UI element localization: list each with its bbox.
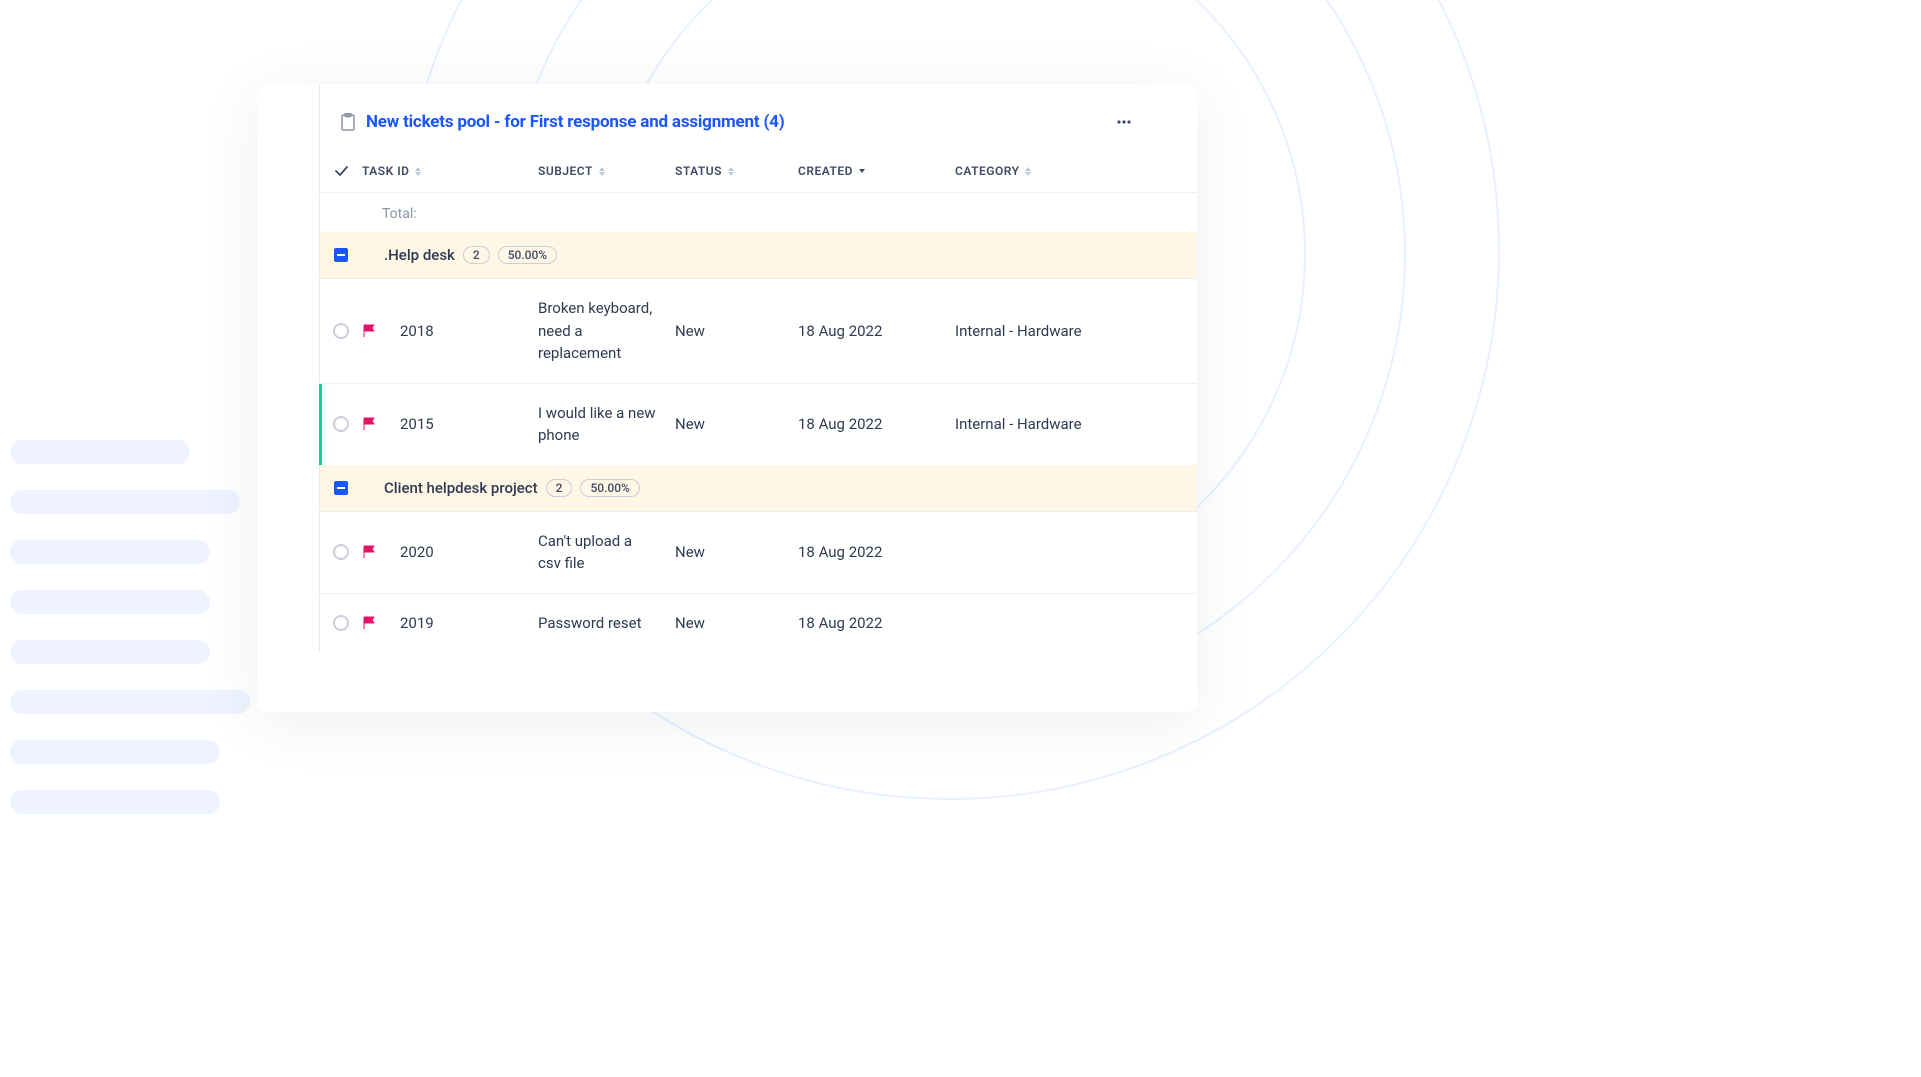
group-name: .Help desk 2 50.00% (362, 246, 557, 264)
sidebar-skeleton (10, 440, 250, 840)
group-row: Client helpdesk project 2 50.00% (319, 465, 1197, 511)
column-label: CREATED (798, 164, 853, 178)
cell-subject: Broken keyboard, need a replacement (538, 297, 675, 365)
sort-icon (728, 167, 734, 176)
column-created[interactable]: CREATED (798, 164, 955, 178)
row-flag[interactable] (362, 545, 386, 559)
total-label: Total: (320, 206, 417, 222)
group-name-label: Client helpdesk project (384, 479, 538, 497)
group-name-label: .Help desk (384, 246, 455, 264)
collapse-icon (334, 248, 348, 262)
cell-status: New (675, 543, 798, 561)
cell-status: New (675, 322, 798, 340)
cell-subject: I would like a new phone (538, 402, 675, 447)
column-category[interactable]: CATEGORY (955, 164, 1105, 178)
group-percent-badge: 50.00% (498, 246, 557, 264)
cell-task-id: 2015 (386, 415, 538, 433)
table-row[interactable]: 2020 Can't upload a csv file New 18 Aug … (319, 511, 1197, 593)
cell-subject: Can't upload a csv file (538, 530, 675, 575)
card-header: New tickets pool - for First response an… (319, 84, 1197, 150)
cell-status: New (675, 614, 798, 632)
table-row[interactable]: 2019 Password reset New 18 Aug 2022 (319, 593, 1197, 653)
row-flag[interactable] (362, 616, 386, 630)
cell-created: 18 Aug 2022 (798, 415, 955, 433)
flag-icon (362, 417, 376, 431)
column-label: SUBJECT (538, 164, 593, 178)
cell-category: Internal - Hardware (955, 322, 1135, 340)
sort-icon (415, 167, 421, 176)
flag-icon (362, 616, 376, 630)
tickets-card: New tickets pool - for First response an… (257, 84, 1197, 712)
column-status[interactable]: STATUS (675, 164, 798, 178)
column-subject[interactable]: SUBJECT (538, 164, 675, 178)
cell-category: Internal - Hardware (955, 415, 1135, 433)
total-row: Total: (319, 192, 1197, 232)
radio-icon (333, 615, 349, 631)
row-flag[interactable] (362, 324, 386, 338)
card-title[interactable]: New tickets pool - for First response an… (366, 112, 785, 132)
group-name: Client helpdesk project 2 50.00% (362, 479, 640, 497)
collapse-toggle[interactable] (320, 481, 362, 495)
collapse-toggle[interactable] (320, 248, 362, 262)
cell-status: New (675, 415, 798, 433)
check-icon (334, 164, 348, 178)
collapse-icon (334, 481, 348, 495)
table-row[interactable]: 2015 I would like a new phone New 18 Aug… (319, 383, 1197, 465)
column-label: STATUS (675, 164, 722, 178)
column-select-all[interactable] (320, 164, 362, 178)
row-flag[interactable] (362, 417, 386, 431)
group-count-badge: 2 (546, 479, 573, 497)
group-row: .Help desk 2 50.00% (319, 232, 1197, 278)
more-menu-icon[interactable] (1115, 113, 1133, 131)
cell-task-id: 2019 (386, 614, 538, 632)
clipboard-icon (340, 113, 356, 131)
cell-created: 18 Aug 2022 (798, 543, 955, 561)
cell-task-id: 2020 (386, 543, 538, 561)
radio-icon (333, 323, 349, 339)
column-label: TASK ID (362, 164, 409, 178)
sort-icon (1025, 167, 1031, 176)
flag-icon (362, 545, 376, 559)
table-header: TASK ID SUBJECT STATUS CREATED CATEGORY (319, 150, 1197, 192)
flag-icon (362, 324, 376, 338)
radio-icon (333, 544, 349, 560)
column-task-id[interactable]: TASK ID (362, 164, 538, 178)
radio-icon (333, 416, 349, 432)
cell-created: 18 Aug 2022 (798, 322, 955, 340)
group-count-badge: 2 (463, 246, 490, 264)
table-row[interactable]: 2018 Broken keyboard, need a replacement… (319, 278, 1197, 383)
cell-subject: Password reset (538, 612, 675, 635)
row-select[interactable] (320, 416, 362, 432)
title-wrap: New tickets pool - for First response an… (340, 112, 785, 132)
sort-icon (859, 169, 865, 173)
column-label: CATEGORY (955, 164, 1019, 178)
row-select[interactable] (320, 615, 362, 631)
group-percent-badge: 50.00% (580, 479, 639, 497)
cell-created: 18 Aug 2022 (798, 614, 955, 632)
sort-icon (599, 167, 605, 176)
row-select[interactable] (320, 323, 362, 339)
row-select[interactable] (320, 544, 362, 560)
cell-task-id: 2018 (386, 322, 538, 340)
